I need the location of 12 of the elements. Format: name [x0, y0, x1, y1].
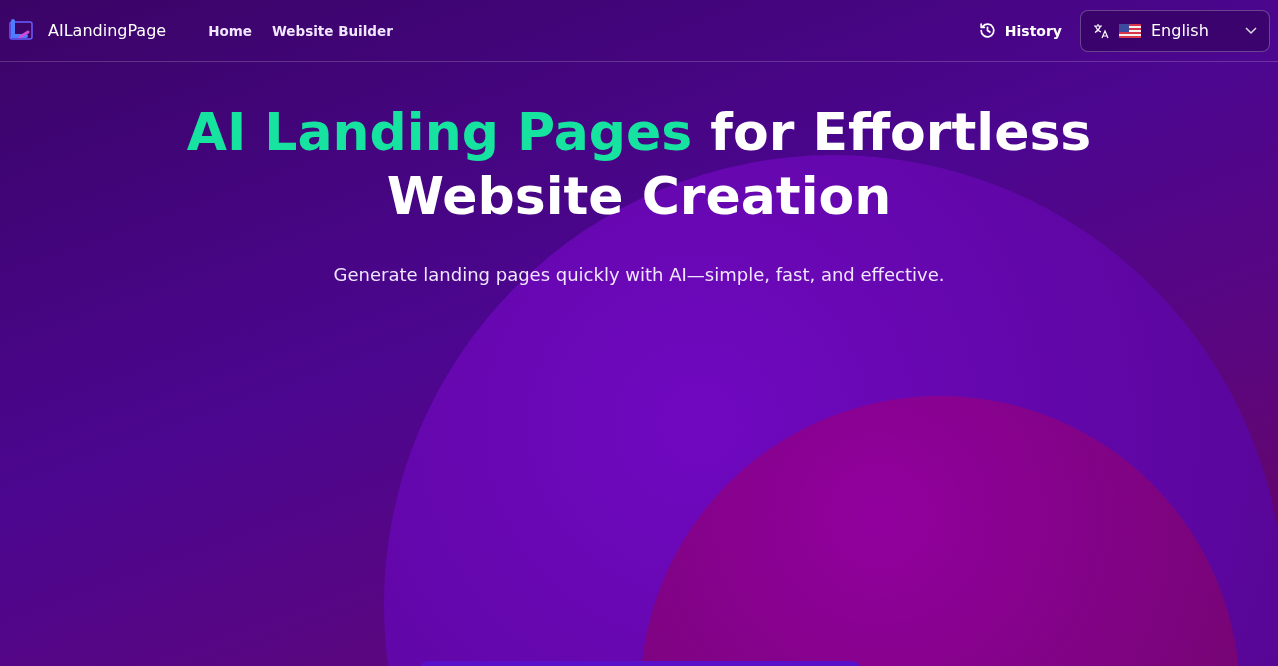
chevron-down-icon — [1245, 26, 1257, 35]
us-flag-icon — [1119, 23, 1141, 38]
hero-title: AI Landing Pages for Effortless Website Creation — [185, 101, 1093, 228]
brand-name[interactable]: AILandingPage — [48, 21, 167, 40]
translate-icon — [1093, 22, 1109, 39]
history-button[interactable]: History — [977, 21, 1062, 40]
language-select[interactable]: English — [1080, 9, 1270, 52]
history-icon — [977, 21, 997, 40]
hero-subtitle: Generate landing pages quickly with AI—simple, fast, and effective. — [332, 264, 946, 285]
nav-link[interactable]: Website Builder — [271, 22, 393, 39]
logo-icon — [6, 18, 36, 43]
nav-link[interactable]: Home — [208, 22, 252, 39]
